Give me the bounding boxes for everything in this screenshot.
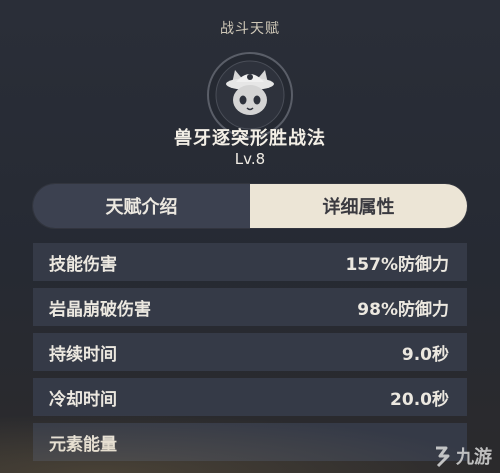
tab-talent-intro[interactable]: 天赋介绍 <box>33 184 250 228</box>
attribute-label: 元素能量 <box>49 434 117 455</box>
attribute-row-crystal-shatter-dmg: 岩晶崩破伤害 98%防御力 <box>33 288 467 326</box>
attribute-row-duration: 持续时间 9.0秒 <box>33 333 467 371</box>
tab-detailed-attributes[interactable]: 详细属性 <box>250 184 467 228</box>
talent-level: Lv.8 <box>234 150 266 168</box>
attribute-row-energy: 元素能量 <box>33 423 467 461</box>
site-watermark: 九游 <box>432 443 492 469</box>
attribute-value: 157%防御力 <box>345 254 449 275</box>
talent-name: 兽牙逐突形胜战法 <box>174 128 326 149</box>
attribute-label: 岩晶崩破伤害 <box>49 299 151 320</box>
attribute-label: 持续时间 <box>49 344 117 365</box>
attribute-value: 9.0秒 <box>401 344 449 365</box>
attribute-list: 技能伤害 157%防御力 岩晶崩破伤害 98%防御力 持续时间 9.0秒 冷却时… <box>33 243 467 468</box>
attribute-label: 冷却时间 <box>49 389 117 410</box>
attribute-row-cooldown: 冷却时间 20.0秒 <box>33 378 467 416</box>
watermark-text: 九游 <box>456 447 492 468</box>
talent-tabs: 天赋介绍 详细属性 <box>33 184 467 228</box>
attribute-value: 20.0秒 <box>390 389 449 410</box>
attribute-row-skill-dmg: 技能伤害 157%防御力 <box>33 243 467 281</box>
talent-category-label: 战斗天赋 <box>220 21 280 37</box>
attribute-label: 技能伤害 <box>49 254 117 275</box>
attribute-value: 98%防御力 <box>357 299 449 320</box>
nine-game-logo-icon <box>436 446 450 468</box>
